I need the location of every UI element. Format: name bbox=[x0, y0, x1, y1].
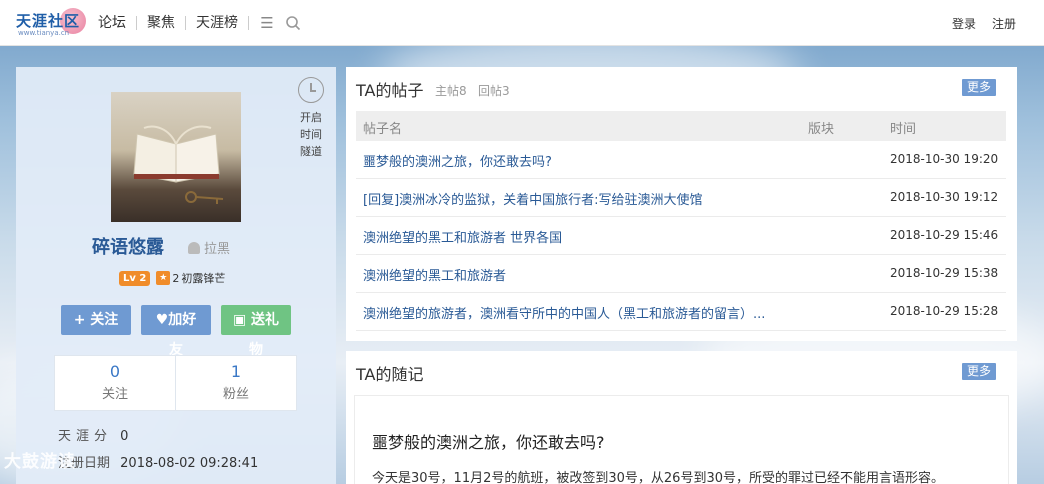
user-badges: Lv 2 ★ 2 初露锋芒 bbox=[119, 270, 225, 286]
notes-panel-title: TA的随记 bbox=[356, 365, 424, 384]
action-buttons: + 关注 ♥加好友 ▣ 送礼物 bbox=[61, 305, 291, 358]
menu-icon[interactable]: ☰ bbox=[259, 14, 275, 32]
table-row: 澳洲绝望的黑工和旅游者 世界各国 2018-10-29 15:46 bbox=[356, 217, 1006, 255]
send-gift-label: 送礼物 bbox=[249, 312, 280, 358]
note-title[interactable]: 噩梦般的澳洲之旅，你还敢去吗? bbox=[372, 429, 605, 453]
main-post-count[interactable]: 主帖8 bbox=[435, 82, 467, 99]
posts-table-header: 帖子名 版块 时间 bbox=[356, 111, 1006, 141]
table-row: 澳洲绝望的黑工和旅游者 2018-10-29 15:38 bbox=[356, 255, 1006, 293]
gift-icon: ▣ bbox=[232, 312, 252, 328]
block-button[interactable]: 拉黑 bbox=[188, 238, 230, 257]
register-date-row: 注册日期 2018-08-02 09:28:41 bbox=[58, 452, 258, 471]
auth-links: 登录 注册 bbox=[952, 0, 1016, 46]
profile-panel: 开启 时间 隧道 碎语悠露 拉黑 Lv 2 ★ 2 初露锋芒 + 关注 ♥加好友… bbox=[16, 67, 336, 484]
rank-title: 初露锋芒 bbox=[181, 272, 226, 285]
block-label: 拉黑 bbox=[204, 242, 231, 257]
tianya-score-label: 天涯分 bbox=[58, 429, 113, 444]
reply-count[interactable]: 回帖3 bbox=[478, 82, 510, 99]
table-row: [回复]澳洲冰冷的监狱，关着中国旅行者:写给驻澳洲大使馆 2018-10-30 … bbox=[356, 179, 1006, 217]
nav-divider bbox=[248, 16, 249, 30]
heart-icon: ♥ bbox=[155, 312, 169, 328]
search-icon[interactable] bbox=[285, 15, 301, 31]
col-time: 时间 bbox=[890, 122, 917, 137]
fans-stat[interactable]: 1 粉丝 bbox=[175, 356, 296, 410]
post-time: 2018-10-29 15:38 bbox=[890, 266, 999, 280]
post-title-link[interactable]: 澳洲绝望的黑工和旅游者 bbox=[363, 265, 506, 284]
tunnel-label: 时间 bbox=[300, 128, 322, 141]
follow-button[interactable]: + 关注 bbox=[61, 305, 131, 335]
post-title-link[interactable]: 噩梦般的澳洲之旅，你还敢去吗? bbox=[363, 151, 552, 170]
table-row: 噩梦般的澳洲之旅，你还敢去吗? 2018-10-30 19:20 bbox=[356, 141, 1006, 179]
nav-focus[interactable]: 聚焦 bbox=[137, 0, 185, 46]
tianya-score-value: 0 bbox=[120, 429, 129, 444]
more-posts-button[interactable]: 更多 bbox=[961, 79, 996, 96]
following-label: 关注 bbox=[101, 387, 128, 402]
rank-badge: ★ 2 初露锋芒 bbox=[156, 270, 225, 286]
follow-stats: 0 关注 1 粉丝 bbox=[54, 355, 297, 411]
level-badge: Lv 2 bbox=[119, 270, 151, 286]
notes-panel: TA的随记 更多 噩梦般的澳洲之旅，你还敢去吗? 今天是30号，11月2号的航班… bbox=[346, 351, 1017, 484]
time-tunnel[interactable]: 开启 时间 隧道 bbox=[296, 77, 326, 160]
col-post-name: 帖子名 bbox=[363, 122, 403, 137]
fans-count: 1 bbox=[230, 362, 242, 381]
site-logo[interactable]: 天涯社区 www.tianya.cn bbox=[16, 8, 86, 38]
more-notes-button[interactable]: 更多 bbox=[961, 363, 996, 380]
following-stat[interactable]: 0 关注 bbox=[55, 356, 175, 410]
register-link[interactable]: 注册 bbox=[992, 15, 1016, 32]
col-board: 版块 bbox=[808, 122, 835, 137]
main-nav: 论坛 聚焦 天涯榜 ☰ bbox=[88, 0, 301, 46]
send-gift-button[interactable]: ▣ 送礼物 bbox=[221, 305, 291, 358]
table-row: 澳洲绝望的旅游者，澳洲看守所中的中国人（黑工和旅游者的留言）... 2018-1… bbox=[356, 293, 1006, 331]
tianya-score-row: 天涯分 0 bbox=[58, 425, 128, 444]
top-nav-bar: 天涯社区 www.tianya.cn 论坛 聚焦 天涯榜 ☰ 登录 注册 bbox=[0, 0, 1044, 46]
book-image bbox=[133, 125, 220, 183]
person-icon bbox=[188, 242, 200, 254]
username: 碎语悠露 bbox=[92, 237, 164, 258]
post-time: 2018-10-30 19:12 bbox=[890, 190, 999, 204]
note-card[interactable]: 噩梦般的澳洲之旅，你还敢去吗? 今天是30号，11月2号的航班，被改签到30号，… bbox=[354, 395, 1009, 484]
nav-ranking[interactable]: 天涯榜 bbox=[186, 0, 248, 46]
logo-text: 天涯社区 bbox=[16, 12, 81, 30]
post-time: 2018-10-30 19:20 bbox=[890, 152, 999, 166]
watermark-text: 大鼓游读 bbox=[4, 452, 76, 472]
register-date-value: 2018-08-02 09:28:41 bbox=[120, 456, 259, 471]
clock-icon bbox=[298, 77, 324, 103]
post-time: 2018-10-29 15:28 bbox=[890, 304, 999, 318]
post-title-link[interactable]: [回复]澳洲冰冷的监狱，关着中国旅行者:写给驻澳洲大使馆 bbox=[363, 189, 703, 208]
posts-panel: TA的帖子 主帖8 回帖3 更多 帖子名 版块 时间 噩梦般的澳洲之旅，你还敢去… bbox=[346, 67, 1017, 341]
note-excerpt: 今天是30号，11月2号的航班，被改签到30号，从26号到30号，所受的罪过已经… bbox=[372, 471, 944, 484]
star-icon: ★ bbox=[156, 271, 171, 285]
key-image bbox=[185, 191, 224, 204]
avatar[interactable] bbox=[111, 92, 241, 222]
add-friend-button[interactable]: ♥加好友 bbox=[141, 305, 211, 358]
following-count: 0 bbox=[109, 362, 121, 381]
tunnel-label: 开启 bbox=[300, 111, 322, 124]
tunnel-label: 隧道 bbox=[300, 145, 322, 158]
rank-number: 2 bbox=[172, 271, 180, 285]
nav-forum[interactable]: 论坛 bbox=[88, 0, 136, 46]
fans-label: 粉丝 bbox=[222, 387, 249, 402]
posts-panel-title: TA的帖子 bbox=[356, 81, 424, 100]
post-time: 2018-10-29 15:46 bbox=[890, 228, 999, 242]
post-title-link[interactable]: 澳洲绝望的旅游者，澳洲看守所中的中国人（黑工和旅游者的留言）... bbox=[363, 303, 765, 322]
add-friend-label: 加好友 bbox=[168, 312, 197, 358]
post-title-link[interactable]: 澳洲绝望的黑工和旅游者 世界各国 bbox=[363, 227, 562, 246]
login-link[interactable]: 登录 bbox=[952, 15, 976, 32]
logo-url: www.tianya.cn bbox=[18, 29, 70, 37]
